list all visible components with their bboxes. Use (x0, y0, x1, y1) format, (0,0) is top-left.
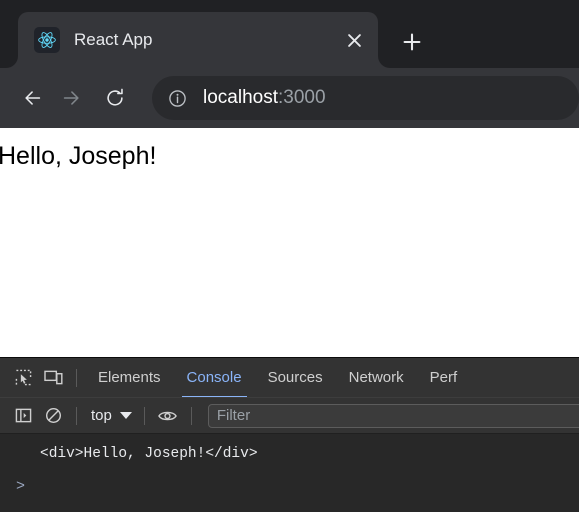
tab-corner-right (378, 56, 390, 68)
info-circle-icon (169, 89, 186, 107)
page-heading: Hello, Joseph! (0, 142, 157, 170)
tab-title: React App (74, 30, 153, 49)
devtools-tab-performance[interactable]: Perf (417, 358, 471, 397)
live-expression-icon[interactable] (153, 401, 183, 431)
console-context-value: top (91, 407, 112, 424)
devtools-tab-sources[interactable]: Sources (255, 358, 336, 397)
devtools-tabbar: Elements Console Sources Network Perf (0, 358, 579, 398)
tab-strip: React App (0, 0, 579, 68)
console-prompt-icon[interactable]: > (16, 478, 25, 495)
chevron-down-icon (119, 412, 132, 419)
clear-console-icon[interactable] (38, 401, 68, 431)
page-viewport: Hello, Joseph! (0, 128, 579, 357)
console-filter-input[interactable] (207, 403, 579, 428)
console-toolbar: top (0, 398, 579, 434)
devtools-tab-network[interactable]: Network (336, 358, 417, 397)
device-toolbar-icon[interactable] (38, 363, 68, 393)
console-sidebar-icon[interactable] (8, 401, 38, 431)
console-message: <div>Hello, Joseph!</div> (40, 446, 258, 462)
browser-window: React App localhost:3000 Hello, Joseph! … (0, 0, 579, 512)
toolbar-divider (76, 368, 77, 387)
inspect-element-icon[interactable] (8, 363, 38, 393)
url-text: localhost:3000 (203, 87, 326, 109)
react-logo-icon (34, 27, 60, 53)
console-divider-1 (76, 406, 77, 425)
console-divider-2 (143, 406, 145, 425)
forward-arrow-icon (63, 91, 79, 105)
forward-button (52, 79, 90, 117)
browser-tab-react-app[interactable]: React App (18, 12, 378, 68)
back-button[interactable] (14, 79, 52, 117)
devtools-panel: Elements Console Sources Network Perf to… (0, 357, 579, 512)
console-divider-3 (190, 406, 192, 425)
tab-corner-left (6, 56, 18, 68)
address-bar[interactable]: localhost:3000 (152, 76, 579, 120)
back-arrow-icon (25, 91, 41, 105)
devtools-tab-console[interactable]: Console (174, 358, 255, 397)
reload-button[interactable] (96, 79, 134, 117)
console-context-selector[interactable]: top (85, 407, 136, 424)
browser-toolbar: localhost:3000 (0, 68, 579, 128)
plus-icon (403, 33, 421, 51)
devtools-tab-elements[interactable]: Elements (85, 358, 174, 397)
url-port: :3000 (278, 87, 326, 108)
console-output-area[interactable]: <div>Hello, Joseph!</div> > (0, 434, 579, 512)
url-host: localhost (203, 87, 278, 108)
new-tab-button[interactable] (396, 26, 428, 58)
reload-icon (107, 88, 123, 106)
close-icon[interactable] (340, 26, 368, 54)
